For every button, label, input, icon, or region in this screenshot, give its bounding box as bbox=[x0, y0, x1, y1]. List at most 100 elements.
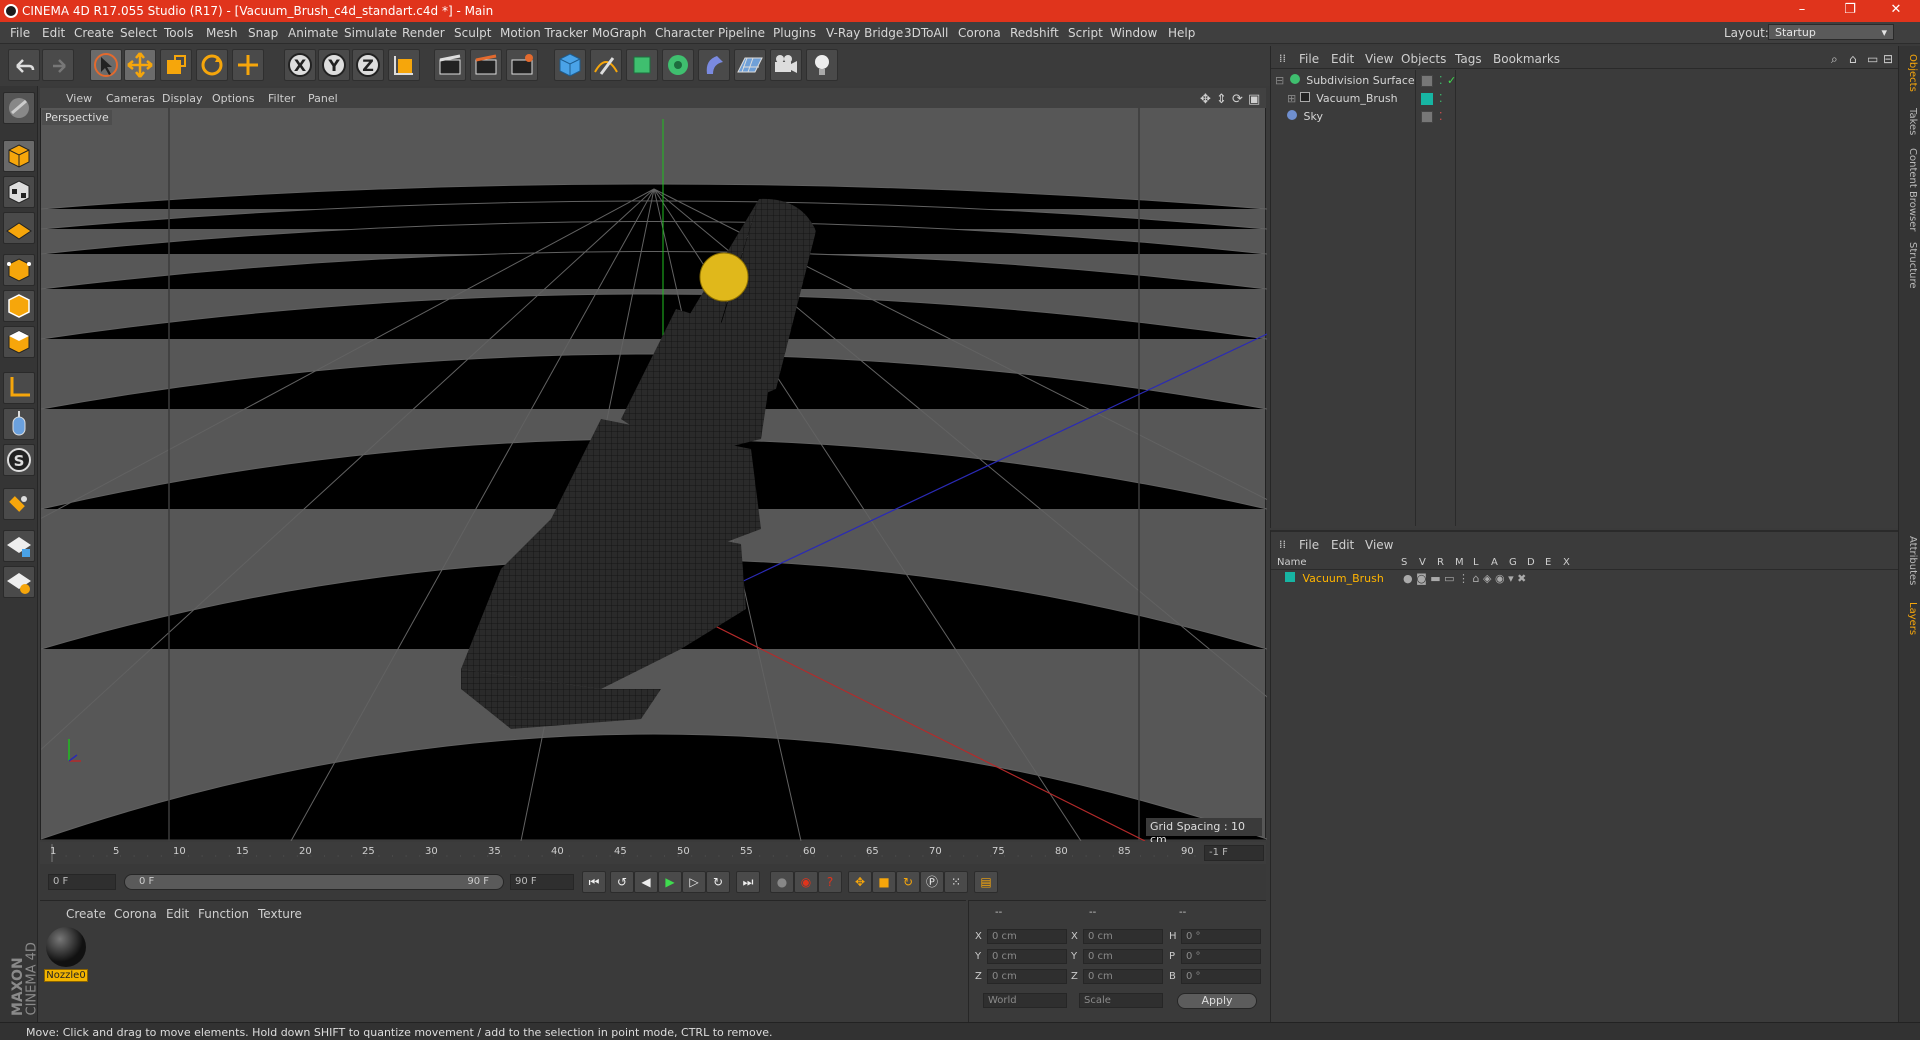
side-tab-structure[interactable]: Structure bbox=[1902, 242, 1918, 289]
viewport-menu-view[interactable]: View bbox=[66, 92, 92, 105]
rotate-tool-button[interactable] bbox=[196, 49, 228, 81]
layer-row[interactable]: Vacuum_Brush ● ◙ ▬ ▭ ⋮ ⌂ ◈ ◉ ▾ ✖ bbox=[1275, 572, 1895, 590]
frame-range-slider[interactable]: 0 F 90 F bbox=[124, 874, 504, 890]
tweak-mode-button[interactable] bbox=[3, 408, 35, 440]
camera-button[interactable] bbox=[770, 49, 802, 81]
floor-button[interactable] bbox=[734, 49, 766, 81]
grid-snap-button[interactable] bbox=[3, 566, 35, 598]
recent-tool-button[interactable] bbox=[232, 49, 264, 81]
world-select[interactable]: World bbox=[983, 993, 1067, 1008]
menu-mesh[interactable]: Mesh bbox=[206, 26, 238, 40]
restore-button[interactable]: ❐ bbox=[1830, 2, 1870, 17]
undo-button[interactable] bbox=[8, 49, 40, 81]
timeline-ruler[interactable]: 1 5 10 15 20 25 30 35 40 45 50 55 60 65 … bbox=[40, 842, 1266, 864]
layer-menu-view[interactable]: View bbox=[1365, 538, 1393, 552]
spline-pen-button[interactable] bbox=[590, 49, 622, 81]
obj-menu-bookmarks[interactable]: Bookmarks bbox=[1493, 52, 1560, 66]
mat-menu-corona[interactable]: Corona bbox=[114, 907, 157, 921]
visibility-dots-icon[interactable]: ⁚ bbox=[1439, 110, 1443, 123]
layer-swatch-icon[interactable] bbox=[1421, 111, 1433, 123]
next-frame-button[interactable]: ▷ bbox=[682, 871, 706, 893]
visibility-dots-icon[interactable]: ⁚ bbox=[1439, 92, 1443, 105]
menu-corona[interactable]: Corona bbox=[958, 26, 1001, 40]
play-button[interactable]: ▶ bbox=[658, 871, 682, 893]
layer-color-icon[interactable] bbox=[1421, 93, 1433, 105]
obj-menu-tags[interactable]: Tags bbox=[1455, 52, 1482, 66]
subdivision-button[interactable] bbox=[626, 49, 658, 81]
mat-menu-create[interactable]: Create bbox=[66, 907, 106, 921]
menu-select[interactable]: Select bbox=[120, 26, 157, 40]
x-axis-button[interactable]: X bbox=[284, 49, 316, 81]
scale-select[interactable]: Scale bbox=[1079, 993, 1163, 1008]
menu-window[interactable]: Window bbox=[1110, 26, 1157, 40]
next-key-button[interactable]: ↻ bbox=[706, 871, 730, 893]
mat-menu-texture[interactable]: Texture bbox=[258, 907, 302, 921]
obj-menu-file[interactable]: File bbox=[1299, 52, 1319, 66]
mat-menu-edit[interactable]: Edit bbox=[166, 907, 189, 921]
key-position-button[interactable]: ✥ bbox=[848, 871, 872, 893]
search-icon[interactable]: ⌕ bbox=[1831, 52, 1838, 67]
render-view-button[interactable] bbox=[434, 49, 466, 81]
autokey-button[interactable]: ? bbox=[818, 871, 842, 893]
render-settings-button[interactable] bbox=[506, 49, 538, 81]
apply-button[interactable]: Apply bbox=[1177, 993, 1257, 1009]
minimize-button[interactable]: – bbox=[1782, 2, 1822, 17]
side-tab-layers[interactable]: Layers bbox=[1902, 602, 1918, 635]
end-frame-field[interactable]: -1 F bbox=[1204, 845, 1264, 861]
goto-end-button[interactable]: ⏭ bbox=[736, 871, 760, 893]
menu-character[interactable]: Character bbox=[655, 26, 714, 40]
key-rotation-button[interactable]: ↻ bbox=[896, 871, 920, 893]
side-tab-objects[interactable]: Objects bbox=[1902, 54, 1918, 92]
menu-plugins[interactable]: Plugins bbox=[773, 26, 816, 40]
prev-frame-button[interactable]: ◀ bbox=[634, 871, 658, 893]
max-frame-field[interactable]: 90 F bbox=[510, 874, 574, 890]
viewport-menu-panel[interactable]: Panel bbox=[308, 92, 338, 105]
light-button[interactable] bbox=[806, 49, 838, 81]
viewport-menu-cameras[interactable]: Cameras bbox=[106, 92, 155, 105]
menu-3dtoall[interactable]: 3DToAll bbox=[904, 26, 948, 40]
new-window-icon[interactable]: ▭ bbox=[1867, 52, 1878, 66]
object-row-vacuum-brush[interactable]: ⊞ Vacuum_Brush ⁚ bbox=[1275, 92, 1895, 110]
goto-start-button[interactable]: ⏮ bbox=[582, 871, 606, 893]
viewport-perspective[interactable] bbox=[40, 88, 1267, 841]
side-tab-takes[interactable]: Takes bbox=[1902, 108, 1918, 135]
texture-mode-button[interactable] bbox=[3, 176, 35, 208]
redo-button[interactable] bbox=[42, 49, 74, 81]
viewport-menu-display[interactable]: Display bbox=[162, 92, 203, 105]
home-icon[interactable]: ⌂ bbox=[1849, 52, 1857, 66]
enabled-check[interactable]: ✓ bbox=[1447, 74, 1456, 87]
pos-x-field[interactable]: 0 cm bbox=[987, 929, 1067, 944]
layout-select[interactable]: Startup ▾ bbox=[1768, 24, 1894, 40]
make-editable-button[interactable] bbox=[3, 92, 35, 124]
workplane-mode-button[interactable] bbox=[3, 212, 35, 244]
rot-h-field[interactable]: 0 ° bbox=[1181, 929, 1261, 944]
size-z-field[interactable]: 0 cm bbox=[1083, 969, 1163, 984]
layer-menu-edit[interactable]: Edit bbox=[1331, 538, 1354, 552]
scale-tool-button[interactable] bbox=[160, 49, 192, 81]
layer-flags-icons[interactable]: ● ◙ ▬ ▭ ⋮ ⌂ ◈ ◉ ▾ ✖ bbox=[1403, 572, 1526, 585]
object-row-sky[interactable]: Sky ⁚ bbox=[1275, 110, 1895, 128]
menu-snap[interactable]: Snap bbox=[248, 26, 278, 40]
polygons-mode-button[interactable] bbox=[3, 326, 35, 358]
cloner-button[interactable] bbox=[662, 49, 694, 81]
points-mode-button[interactable] bbox=[3, 254, 35, 286]
record-position-button[interactable]: ● bbox=[770, 871, 794, 893]
live-selection-button[interactable] bbox=[90, 49, 122, 81]
key-parameter-button[interactable]: Ⓟ bbox=[920, 871, 944, 893]
material-swatch[interactable]: Nozzle0 bbox=[44, 927, 88, 987]
side-tab-content-browser[interactable]: Content Browser bbox=[1902, 148, 1918, 231]
size-y-field[interactable]: 0 cm bbox=[1083, 949, 1163, 964]
cube-primitive-button[interactable] bbox=[554, 49, 586, 81]
menu-sculpt[interactable]: Sculpt bbox=[454, 26, 491, 40]
timeline-window-button[interactable]: ▤ bbox=[974, 871, 998, 893]
z-axis-button[interactable]: Z bbox=[352, 49, 384, 81]
object-row-subdivision[interactable]: ⊟ Subdivision Surface ⁚ ✓ bbox=[1275, 74, 1895, 92]
menu-vray-bridge[interactable]: V-Ray Bridge bbox=[826, 26, 903, 40]
key-pla-button[interactable]: ⁙ bbox=[944, 871, 968, 893]
obj-menu-view[interactable]: View bbox=[1365, 52, 1393, 66]
layer-swatch-icon[interactable] bbox=[1421, 75, 1433, 87]
viewport-maximize-icon[interactable]: ▣ bbox=[1248, 92, 1260, 107]
render-picture-viewer-button[interactable] bbox=[470, 49, 502, 81]
rot-b-field[interactable]: 0 ° bbox=[1181, 969, 1261, 984]
prev-key-button[interactable]: ↺ bbox=[610, 871, 634, 893]
